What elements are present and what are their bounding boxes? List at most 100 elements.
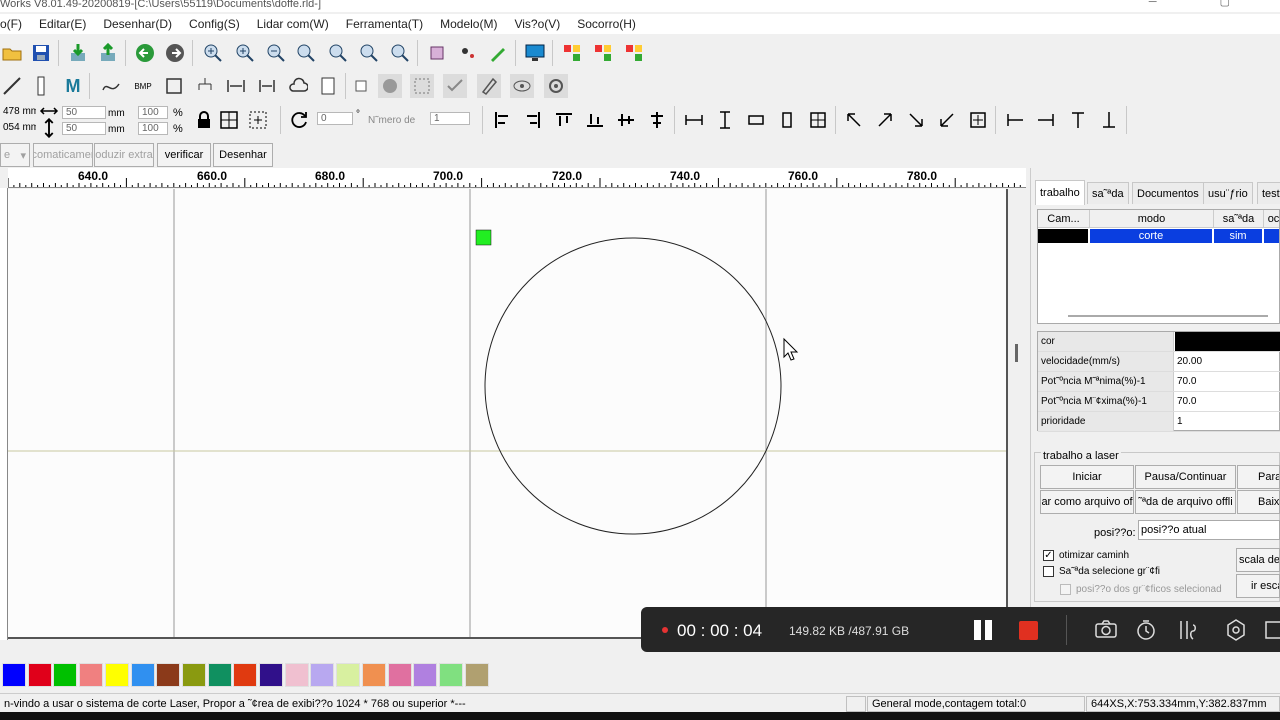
collapse-icon[interactable] <box>1265 619 1280 644</box>
line-tool-icon[interactable] <box>0 74 24 98</box>
vertical-scrollbar[interactable] <box>1008 189 1026 641</box>
align-top-icon[interactable] <box>552 108 576 132</box>
settings-gear-icon[interactable] <box>1225 619 1247 644</box>
prop-row-priority[interactable]: prioridade 1 <box>1038 412 1280 432</box>
col-output[interactable]: sa˜ªda <box>1214 210 1264 228</box>
frame-icon[interactable] <box>425 41 449 65</box>
palette-swatch[interactable] <box>233 663 258 687</box>
palette-swatch[interactable] <box>104 663 129 687</box>
align-right-icon[interactable] <box>521 108 545 132</box>
select-rect-icon[interactable] <box>410 74 434 98</box>
eraser-icon[interactable] <box>477 74 501 98</box>
menu-draw[interactable]: Desenhar(D) <box>103 17 172 31</box>
palette-swatch[interactable] <box>259 663 283 687</box>
reduce-button[interactable]: oduzir extra <box>94 143 154 167</box>
same-height-icon[interactable] <box>713 108 737 132</box>
edge-right-icon[interactable] <box>1034 108 1058 132</box>
move-bottomleft-icon[interactable] <box>935 108 959 132</box>
open-folder-icon[interactable] <box>0 41 24 65</box>
array2-icon[interactable] <box>591 41 615 65</box>
align-hcenter-icon[interactable] <box>645 108 669 132</box>
edge-left-icon[interactable] <box>1003 108 1027 132</box>
edge-top-icon[interactable] <box>1066 108 1090 132</box>
rotate-icon[interactable] <box>288 108 312 132</box>
menu-view[interactable]: Vis?o(V) <box>514 17 560 31</box>
array-icon[interactable] <box>560 41 584 65</box>
tree-icon[interactable] <box>193 74 217 98</box>
move-bottomright-icon[interactable] <box>904 108 928 132</box>
tab-output[interactable]: sa˜ªda <box>1087 182 1129 204</box>
width-input[interactable]: 50 <box>62 106 106 119</box>
zoom-page-icon[interactable] <box>294 41 318 65</box>
palette-swatch[interactable] <box>207 663 232 687</box>
ruler-icon[interactable] <box>29 74 53 98</box>
monitor-icon[interactable] <box>523 41 547 65</box>
col-layer[interactable]: Cam... <box>1038 210 1090 228</box>
palette-swatch[interactable] <box>284 663 309 687</box>
table-hscroll[interactable] <box>1068 315 1268 317</box>
text-m-icon[interactable]: M <box>61 74 85 98</box>
undo-icon[interactable] <box>133 41 157 65</box>
menu-file[interactable]: o(F) <box>0 17 22 31</box>
stop-record-icon[interactable] <box>1019 621 1038 640</box>
sheet-icon[interactable] <box>316 74 340 98</box>
draw-button[interactable]: Desenhar <box>213 143 273 167</box>
same-width-icon[interactable] <box>682 108 706 132</box>
array3-icon[interactable] <box>622 41 646 65</box>
export-icon[interactable] <box>96 41 120 65</box>
layer-color-cell[interactable] <box>1038 229 1088 243</box>
tab-test[interactable]: testa <box>1257 182 1280 204</box>
prop-row-speed[interactable]: velocidade(mm/s) 20.00 <box>1038 352 1280 372</box>
align-bottom-icon[interactable] <box>583 108 607 132</box>
start-button[interactable]: Iniciar <box>1040 465 1134 489</box>
window-controls[interactable]: ─ ▢ <box>1149 0 1260 8</box>
palette-swatch[interactable] <box>53 663 78 687</box>
check-icon[interactable] <box>443 74 467 98</box>
redo-icon[interactable] <box>163 41 187 65</box>
move-topleft-icon[interactable] <box>842 108 866 132</box>
prop-value[interactable]: 20.00 <box>1175 352 1280 371</box>
palette-swatch[interactable] <box>79 663 104 687</box>
layer-hide-cell[interactable] <box>1264 229 1279 243</box>
camera-icon[interactable] <box>1095 619 1117 642</box>
menu-handle[interactable]: Lidar com(W) <box>257 17 329 31</box>
height-input[interactable]: 50 <box>62 122 106 135</box>
col-mode[interactable]: modo <box>1090 210 1214 228</box>
prop-value[interactable]: 1 <box>1175 412 1280 431</box>
col-hide[interactable]: oc <box>1264 210 1279 228</box>
prop-value[interactable]: 70.0 <box>1175 392 1280 411</box>
prop-row-max-power[interactable]: Pot˜ºncia M¨¢xima(%)-1 70.0 <box>1038 392 1280 412</box>
same-size-icon[interactable] <box>744 108 768 132</box>
scroll-thumb[interactable] <box>1015 344 1018 362</box>
align-vcenter-icon[interactable] <box>614 108 638 132</box>
tab-documents[interactable]: Documentos <box>1132 182 1204 204</box>
palette-swatch[interactable] <box>27 663 52 687</box>
lock-icon[interactable] <box>192 108 216 132</box>
palette-swatch[interactable] <box>181 663 206 687</box>
zoom-in-icon[interactable] <box>201 41 225 65</box>
move-center-icon[interactable] <box>966 108 990 132</box>
rotate-angle-input[interactable]: 0 <box>317 112 353 125</box>
scale-h-input[interactable]: 100 <box>138 122 168 135</box>
optimize-checkbox[interactable]: ✓ <box>1043 550 1054 561</box>
layer-mode-cell[interactable]: corte <box>1090 229 1212 243</box>
settings-icon[interactable] <box>544 74 568 98</box>
tab-work[interactable]: trabalho <box>1035 180 1085 205</box>
layer-output-cell[interactable]: sim <box>1214 229 1262 243</box>
tools-icon[interactable] <box>1177 619 1199 644</box>
pen-icon[interactable] <box>486 41 510 65</box>
center-icon[interactable] <box>806 108 830 132</box>
import-icon[interactable] <box>66 41 90 65</box>
download-button[interactable]: Baix <box>1237 490 1280 514</box>
timer-icon[interactable] <box>1135 619 1157 644</box>
scale-w-input[interactable]: 100 <box>138 106 168 119</box>
save-icon[interactable] <box>29 41 53 65</box>
output-selected-checkbox[interactable] <box>1043 566 1054 577</box>
zoom-out-icon[interactable] <box>264 41 288 65</box>
rectangle-icon[interactable] <box>162 74 186 98</box>
position-select[interactable]: posi??o atual <box>1138 520 1280 540</box>
palette-swatch[interactable] <box>130 663 155 687</box>
tab-user[interactable]: usu¨ƒrio <box>1203 182 1253 204</box>
drawing-canvas[interactable] <box>8 189 1008 639</box>
palette-swatch[interactable] <box>387 663 412 687</box>
